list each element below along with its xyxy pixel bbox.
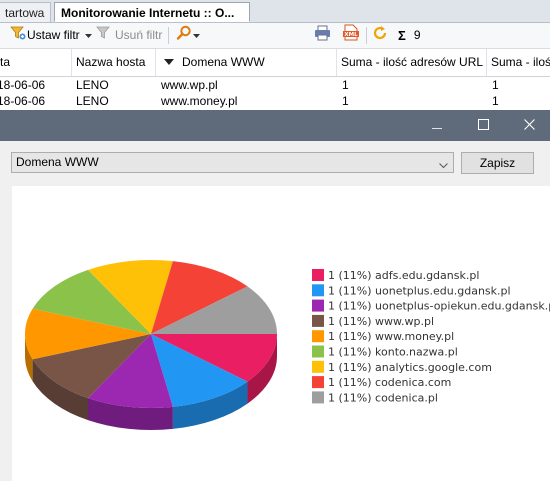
remove-filter-label: Usuń filtr — [115, 28, 163, 42]
tab-start[interactable]: tartowa — [0, 2, 51, 22]
legend-label: 1 (11%) analytics.google.com — [328, 361, 492, 374]
legend-swatch — [312, 360, 324, 373]
legend-swatch — [312, 269, 324, 281]
legend-swatch — [312, 391, 324, 404]
sigma-icon: Σ — [398, 28, 406, 43]
minimize-icon — [432, 119, 442, 133]
legend-label: 1 (11%) codenica.pl — [328, 391, 438, 404]
legend-label: 1 (11%) codenica.com — [328, 376, 451, 389]
legend-label: 1 (11%) www.money.pl — [328, 330, 454, 343]
remove-filter-button[interactable]: Usuń filtr — [96, 26, 162, 45]
refresh-button[interactable] — [372, 25, 388, 47]
maximize-button[interactable] — [460, 110, 506, 141]
chart-area: 1 (11%) adfs.edu.gdansk.pl 1 (11%) uonetp… — [12, 186, 550, 481]
dialog-title-bar[interactable] — [0, 110, 550, 141]
chevron-down-icon — [439, 158, 448, 172]
cell-sum: 1 — [492, 94, 499, 108]
cell-url-count: 1 — [342, 94, 349, 108]
grid-header: ta Nazwa hosta Domena WWW Suma - ilość a… — [0, 49, 550, 77]
cell-domain: www.money.pl — [161, 94, 238, 108]
cell-url-count: 1 — [342, 78, 349, 92]
xml-file-icon: XML — [343, 24, 359, 47]
set-filter-label: Ustaw filtr — [27, 28, 80, 42]
legend-label: 1 (11%) uonetplus.edu.gdansk.pl — [328, 284, 511, 297]
maximize-icon — [477, 118, 489, 133]
search-icon — [176, 25, 192, 47]
column-header-domain[interactable]: Domena WWW — [156, 49, 337, 76]
legend-label: 1 (11%) uonetplus-opiekun.edu.gdansk.pl — [328, 300, 550, 313]
chevron-down-icon — [193, 26, 200, 45]
cell-date: 18-06-06 — [0, 78, 46, 92]
search-button[interactable] — [176, 25, 200, 47]
toolbar-divider — [168, 27, 169, 44]
chart-dialog: Domena WWW Zapisz 1 (11%) adfs.edu.gdans… — [0, 110, 550, 481]
print-button[interactable] — [314, 25, 331, 47]
chevron-down-icon[interactable] — [84, 26, 92, 45]
legend-swatch — [312, 330, 324, 343]
legend-label: 1 (11%) www.wp.pl — [328, 315, 434, 328]
legend-swatch — [312, 345, 324, 358]
set-filter-button[interactable]: Ustaw filtr — [10, 26, 92, 45]
close-icon — [523, 118, 535, 133]
remove-filter-icon — [96, 25, 112, 47]
column-header-url-count[interactable]: Suma - ilość adresów URL — [337, 49, 487, 76]
cell-sum: 1 — [492, 78, 499, 92]
funnel-icon — [10, 25, 26, 47]
group-by-value: Domena WWW — [16, 155, 99, 169]
column-header-host-name[interactable]: Nazwa hosta — [72, 49, 156, 76]
toolbar-divider — [366, 27, 367, 44]
legend-swatch — [312, 376, 324, 389]
save-button[interactable]: Zapisz — [461, 152, 534, 174]
sum-indicator: Σ 9 — [398, 26, 421, 45]
export-xml-button[interactable]: XML — [343, 24, 359, 47]
sort-arrow-icon — [164, 49, 174, 76]
svg-text:XML: XML — [344, 32, 358, 38]
cell-domain: www.wp.pl — [161, 78, 218, 92]
legend-swatch — [312, 299, 324, 312]
close-button[interactable] — [506, 110, 550, 141]
row-count: 9 — [413, 28, 421, 42]
pie-chart: 1 (11%) adfs.edu.gdansk.pl 1 (11%) uonetp… — [24, 260, 550, 430]
refresh-icon — [372, 25, 388, 47]
toolbar: Ustaw filtr Usuń filtr XML Σ 9 — [0, 23, 550, 49]
column-header-domain-label: Domena WWW — [182, 55, 265, 69]
legend-label: 1 (11%) adfs.edu.gdansk.pl — [328, 269, 479, 282]
minimize-button[interactable] — [414, 110, 460, 141]
data-grid: ta Nazwa hosta Domena WWW Suma - ilość a… — [0, 49, 550, 111]
tab-internet-monitoring[interactable]: Monitorowanie Internetu :: O... — [54, 2, 250, 22]
cell-host: LENO — [76, 78, 109, 92]
column-header-sum[interactable]: Suma - ilość — [487, 49, 550, 76]
printer-icon — [314, 25, 331, 47]
legend-swatch — [312, 314, 324, 327]
cell-host: LENO — [76, 94, 109, 108]
group-by-select[interactable]: Domena WWW — [11, 152, 454, 173]
legend-label: 1 (11%) konto.nazwa.pl — [328, 346, 458, 359]
legend-swatch — [312, 284, 324, 297]
cell-date: 18-06-06 — [0, 94, 46, 108]
column-header-date[interactable]: ta — [0, 49, 72, 76]
tab-bar: tartowa Monitorowanie Internetu :: O... — [0, 0, 550, 23]
